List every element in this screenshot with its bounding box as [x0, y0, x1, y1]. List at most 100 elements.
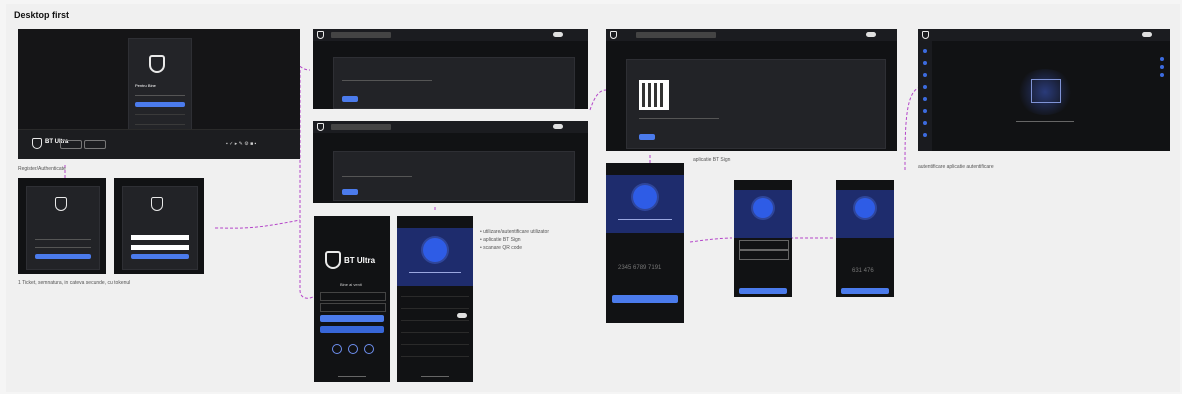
connector-line — [214, 219, 301, 229]
google-play-badge[interactable] — [84, 140, 106, 149]
hero-shield-icon — [753, 198, 773, 218]
login-button[interactable] — [135, 102, 185, 107]
shield-logo-icon — [149, 55, 165, 73]
app-store-badge[interactable] — [60, 140, 82, 149]
autentificare-note: autentificare aplicatie autentificare — [918, 164, 994, 170]
mobile-confirm-frame-2: 631 476 — [836, 180, 894, 297]
menu-item[interactable] — [401, 336, 469, 345]
sidebar-icon[interactable] — [923, 49, 927, 53]
toggle-icon[interactable] — [1142, 32, 1152, 37]
hero-panel — [734, 190, 792, 238]
sidebar-icon[interactable] — [923, 61, 927, 65]
toggle-icon[interactable] — [457, 313, 467, 318]
top-bar — [313, 121, 588, 133]
menu-item[interactable] — [401, 324, 469, 333]
login-button[interactable] — [320, 315, 384, 322]
connector-line — [689, 237, 733, 243]
mobile-confirm-frame-1 — [734, 180, 792, 297]
hero-shield-icon — [855, 198, 875, 218]
footer-icons: ▪ ✓ ▸ ✎ ⚙ ■ ▪ — [226, 141, 257, 147]
logo-icon — [317, 123, 324, 131]
divider — [135, 114, 185, 115]
action-icon[interactable] — [1160, 57, 1164, 61]
auth-card — [26, 186, 100, 270]
logo-icon — [610, 31, 617, 39]
footer-logo-icon — [32, 138, 42, 149]
sidebar-icon[interactable] — [923, 121, 927, 125]
register-note: Register/Authenticate — [18, 166, 66, 172]
action-icon[interactable] — [1160, 65, 1164, 69]
top-bar — [606, 29, 897, 41]
search-bar[interactable] — [636, 32, 716, 38]
connector-line — [589, 89, 607, 111]
toggle-icon[interactable] — [553, 32, 563, 37]
code-input[interactable] — [739, 250, 789, 260]
sign-button[interactable] — [612, 295, 678, 303]
connector-line — [904, 87, 919, 171]
confirm-button[interactable] — [131, 254, 189, 259]
hero-panel — [836, 190, 894, 238]
menu-item[interactable] — [401, 348, 469, 357]
code-input[interactable] — [739, 240, 789, 250]
search-bar[interactable] — [331, 32, 391, 38]
hero-panel — [606, 175, 684, 233]
submit-button[interactable] — [342, 96, 358, 102]
code-input[interactable] — [131, 245, 189, 250]
menu-item[interactable] — [401, 300, 469, 309]
shield-logo-icon — [325, 251, 341, 269]
faceid-icon[interactable] — [348, 344, 358, 354]
desktop-dashboard-frame — [918, 29, 1170, 151]
menu-item[interactable] — [401, 288, 469, 297]
sidebar-icon[interactable] — [923, 109, 927, 113]
desktop-login-frame: Pentru Bine BT Ultra ▪ ✓ ▸ ✎ ⚙ ■ ▪ — [18, 29, 300, 159]
desktop-form-frame-1 — [313, 29, 588, 109]
sidebar — [918, 41, 932, 151]
logo-icon — [317, 31, 324, 39]
code-display: 2345 6789 7191 — [618, 265, 662, 271]
toggle-icon[interactable] — [553, 124, 563, 129]
form-card — [333, 151, 575, 201]
confirm-button[interactable] — [639, 134, 655, 140]
form-card — [333, 57, 575, 109]
submit-button[interactable] — [342, 189, 358, 195]
hero-text — [409, 272, 461, 273]
bt-sign-note: aplicatie BT Sign — [693, 157, 731, 163]
input-line — [639, 118, 719, 119]
hero-shield-icon — [423, 238, 447, 262]
search-bar[interactable] — [331, 124, 391, 130]
shield-logo-icon — [55, 197, 67, 211]
desktop-form-frame-2 — [313, 121, 588, 203]
toggle-icon[interactable] — [866, 32, 876, 37]
qr-code-icon[interactable] — [364, 344, 374, 354]
fingerprint-icon[interactable] — [332, 344, 342, 354]
code-input[interactable] — [131, 235, 189, 240]
sidebar-icon[interactable] — [923, 133, 927, 137]
input-line — [342, 176, 412, 177]
code-display: 631 476 — [852, 268, 874, 274]
footer-bar: BT Ultra ▪ ✓ ▸ ✎ ⚙ ■ ▪ — [18, 130, 300, 159]
eticket-note: 1 Ticket, semnatura, in cateva secunde, … — [18, 280, 131, 286]
secondary-button[interactable] — [320, 326, 384, 333]
confirm-button[interactable] — [739, 288, 787, 294]
divider — [135, 124, 185, 125]
confirm-button[interactable] — [841, 288, 889, 294]
action-icon[interactable] — [1160, 73, 1164, 77]
sidebar-icon[interactable] — [923, 73, 927, 77]
mobile-sign-frame: 2345 6789 7191 — [606, 163, 684, 323]
mobile-login-frame: BT Ultra Bine ai venit — [314, 216, 390, 382]
continue-button[interactable] — [35, 254, 91, 259]
input-line — [135, 95, 185, 96]
auth-card-frame-1 — [18, 178, 106, 274]
sidebar-icon[interactable] — [923, 85, 927, 89]
password-input[interactable] — [320, 303, 386, 312]
mobile-brand: BT Ultra — [344, 256, 376, 265]
qr-code-icon — [639, 80, 669, 110]
welcome-text: Bine ai venit — [340, 282, 362, 287]
hero-panel — [397, 228, 473, 286]
username-input[interactable] — [320, 292, 386, 301]
auth-card-frame-2 — [114, 178, 204, 274]
sidebar-icon[interactable] — [923, 97, 927, 101]
input-line — [35, 239, 91, 240]
hero-shield-icon — [633, 185, 657, 209]
auth-card — [122, 186, 198, 270]
